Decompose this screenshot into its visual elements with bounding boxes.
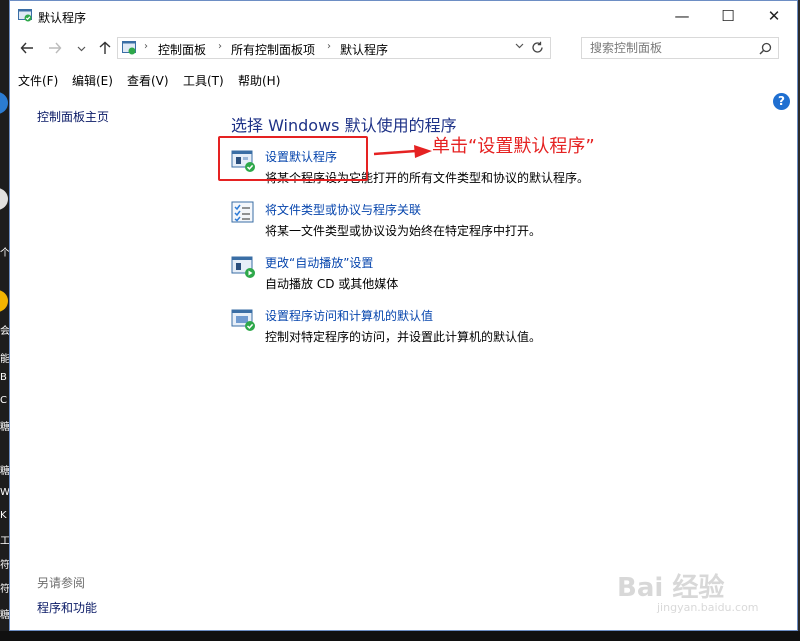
task-description: 将某一文件类型或协议设为始终在特定程序中打开。 [265,224,542,238]
desktop-label: 糖 [0,466,9,477]
breadcrumb-control-panel[interactable]: 控制面板 [158,41,206,58]
control-panel-window: 默认程序 — ☐ ✕ › 控制面板 › 所有控制面板项 › 默认程序 搜索控制面… [9,0,798,631]
see-also-programs-and-features[interactable]: 程序和功能 [37,599,97,616]
see-also-label: 另请参阅 [37,576,86,590]
desktop-label: 会 [0,326,9,337]
annotation-text: 单击“设置默认程序” [432,136,595,157]
annotation-highlight-box [218,136,368,181]
refresh-button[interactable] [526,37,548,59]
task-description: 控制对特定程序的访问，并设置此计算机的默认值。 [265,330,542,344]
watermark-url: jingyan.baidu.com [657,601,759,614]
task-file-association: 将文件类型或协议与程序关联 将某一文件类型或协议设为始终在特定程序中打开。 [231,201,631,245]
desktop-label: B [0,372,7,383]
address-bar[interactable]: › 控制面板 › 所有控制面板项 › 默认程序 [117,37,551,59]
refresh-icon [531,41,543,53]
breadcrumb-separator[interactable]: › [327,41,331,52]
menu-tools[interactable]: 工具(T) [183,72,224,89]
annotation-arrow-icon [373,145,432,158]
help-icon[interactable]: ? [773,93,790,110]
desktop-label: 符 [0,584,9,595]
minimize-button[interactable]: — [659,1,705,32]
sidebar-control-panel-home[interactable]: 控制面板主页 [37,108,109,125]
file-association-link[interactable]: 将文件类型或协议与程序关联 [265,201,421,218]
close-button[interactable]: ✕ [751,1,797,32]
desktop-label: C [0,395,7,406]
search-input[interactable] [582,38,760,58]
recent-locations-button[interactable] [70,37,92,59]
task-description: 自动播放 CD 或其他媒体 [265,277,399,291]
menu-file[interactable]: 文件(F) [18,72,58,89]
desktop-label: 能 [0,354,9,365]
desktop-label: K [0,510,7,521]
task-autoplay: 更改“自动播放”设置 自动播放 CD 或其他媒体 [231,254,631,298]
program-access-defaults-link[interactable]: 设置程序访问和计算机的默认值 [265,307,433,324]
autoplay-settings-link[interactable]: 更改“自动播放”设置 [265,254,373,271]
desktop-label: W [0,487,9,498]
file-association-icon [231,201,254,223]
chevron-down-icon [77,46,85,52]
address-dropdown-button[interactable] [515,41,524,53]
breadcrumb-all-items[interactable]: 所有控制面板项 [231,41,315,58]
program-access-icon [231,309,255,331]
navigation-bar: › 控制面板 › 所有控制面板项 › 默认程序 [10,35,797,63]
back-button[interactable] [16,37,38,59]
arrow-up-icon [99,41,111,54]
watermark-logo-text: Bai 经验 [617,573,725,603]
forward-button[interactable] [44,37,66,59]
breadcrumb-default-programs[interactable]: 默认程序 [340,41,388,58]
desktop-label: 工 [0,536,9,547]
task-program-access: 设置程序访问和计算机的默认值 控制对特定程序的访问，并设置此计算机的默认值。 [231,307,631,351]
arrow-left-icon [20,42,33,54]
up-button[interactable] [94,37,116,59]
autoplay-icon [231,256,255,278]
search-icon[interactable] [759,42,772,55]
taskbar [0,631,800,641]
title-bar[interactable]: 默认程序 — ☐ ✕ [10,1,797,32]
desktop-label: 糖 [0,422,9,433]
window-title: 默认程序 [38,11,87,25]
desktop-label: 个 [0,248,9,259]
breadcrumb-separator: › [144,41,148,52]
default-programs-icon [18,9,32,22]
search-box[interactable] [581,37,779,59]
baidu-jingyan-watermark: Bai 经验 jingyan.baidu.com [617,567,777,615]
control-panel-icon [122,41,136,55]
chevron-down-icon [515,43,524,49]
menu-bar: 文件(F) 编辑(E) 查看(V) 工具(T) 帮助(H) [10,69,797,91]
menu-edit[interactable]: 编辑(E) [72,72,113,89]
arrow-right-icon [49,42,62,54]
maximize-button[interactable]: ☐ [705,1,751,32]
desktop-label: 符 [0,560,9,571]
breadcrumb-separator[interactable]: › [218,41,222,52]
desktop-label: 糖 [0,610,9,621]
menu-view[interactable]: 查看(V) [127,72,169,89]
menu-help[interactable]: 帮助(H) [238,72,280,89]
page-heading: 选择 Windows 默认使用的程序 [231,116,457,135]
